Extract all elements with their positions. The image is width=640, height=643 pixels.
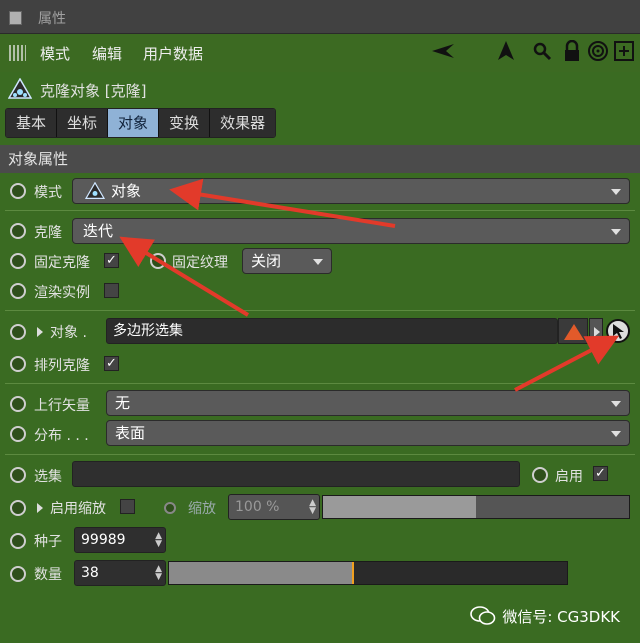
annotation-arrow xyxy=(169,178,396,228)
annotation-arrow xyxy=(119,236,250,317)
watermark: 微信号: CG3DKK xyxy=(470,605,620,627)
annotation-arrow xyxy=(514,335,620,392)
watermark-text: 微信号: CG3DKK xyxy=(502,607,620,626)
wechat-icon xyxy=(470,606,496,625)
annotation-arrows xyxy=(119,178,620,392)
